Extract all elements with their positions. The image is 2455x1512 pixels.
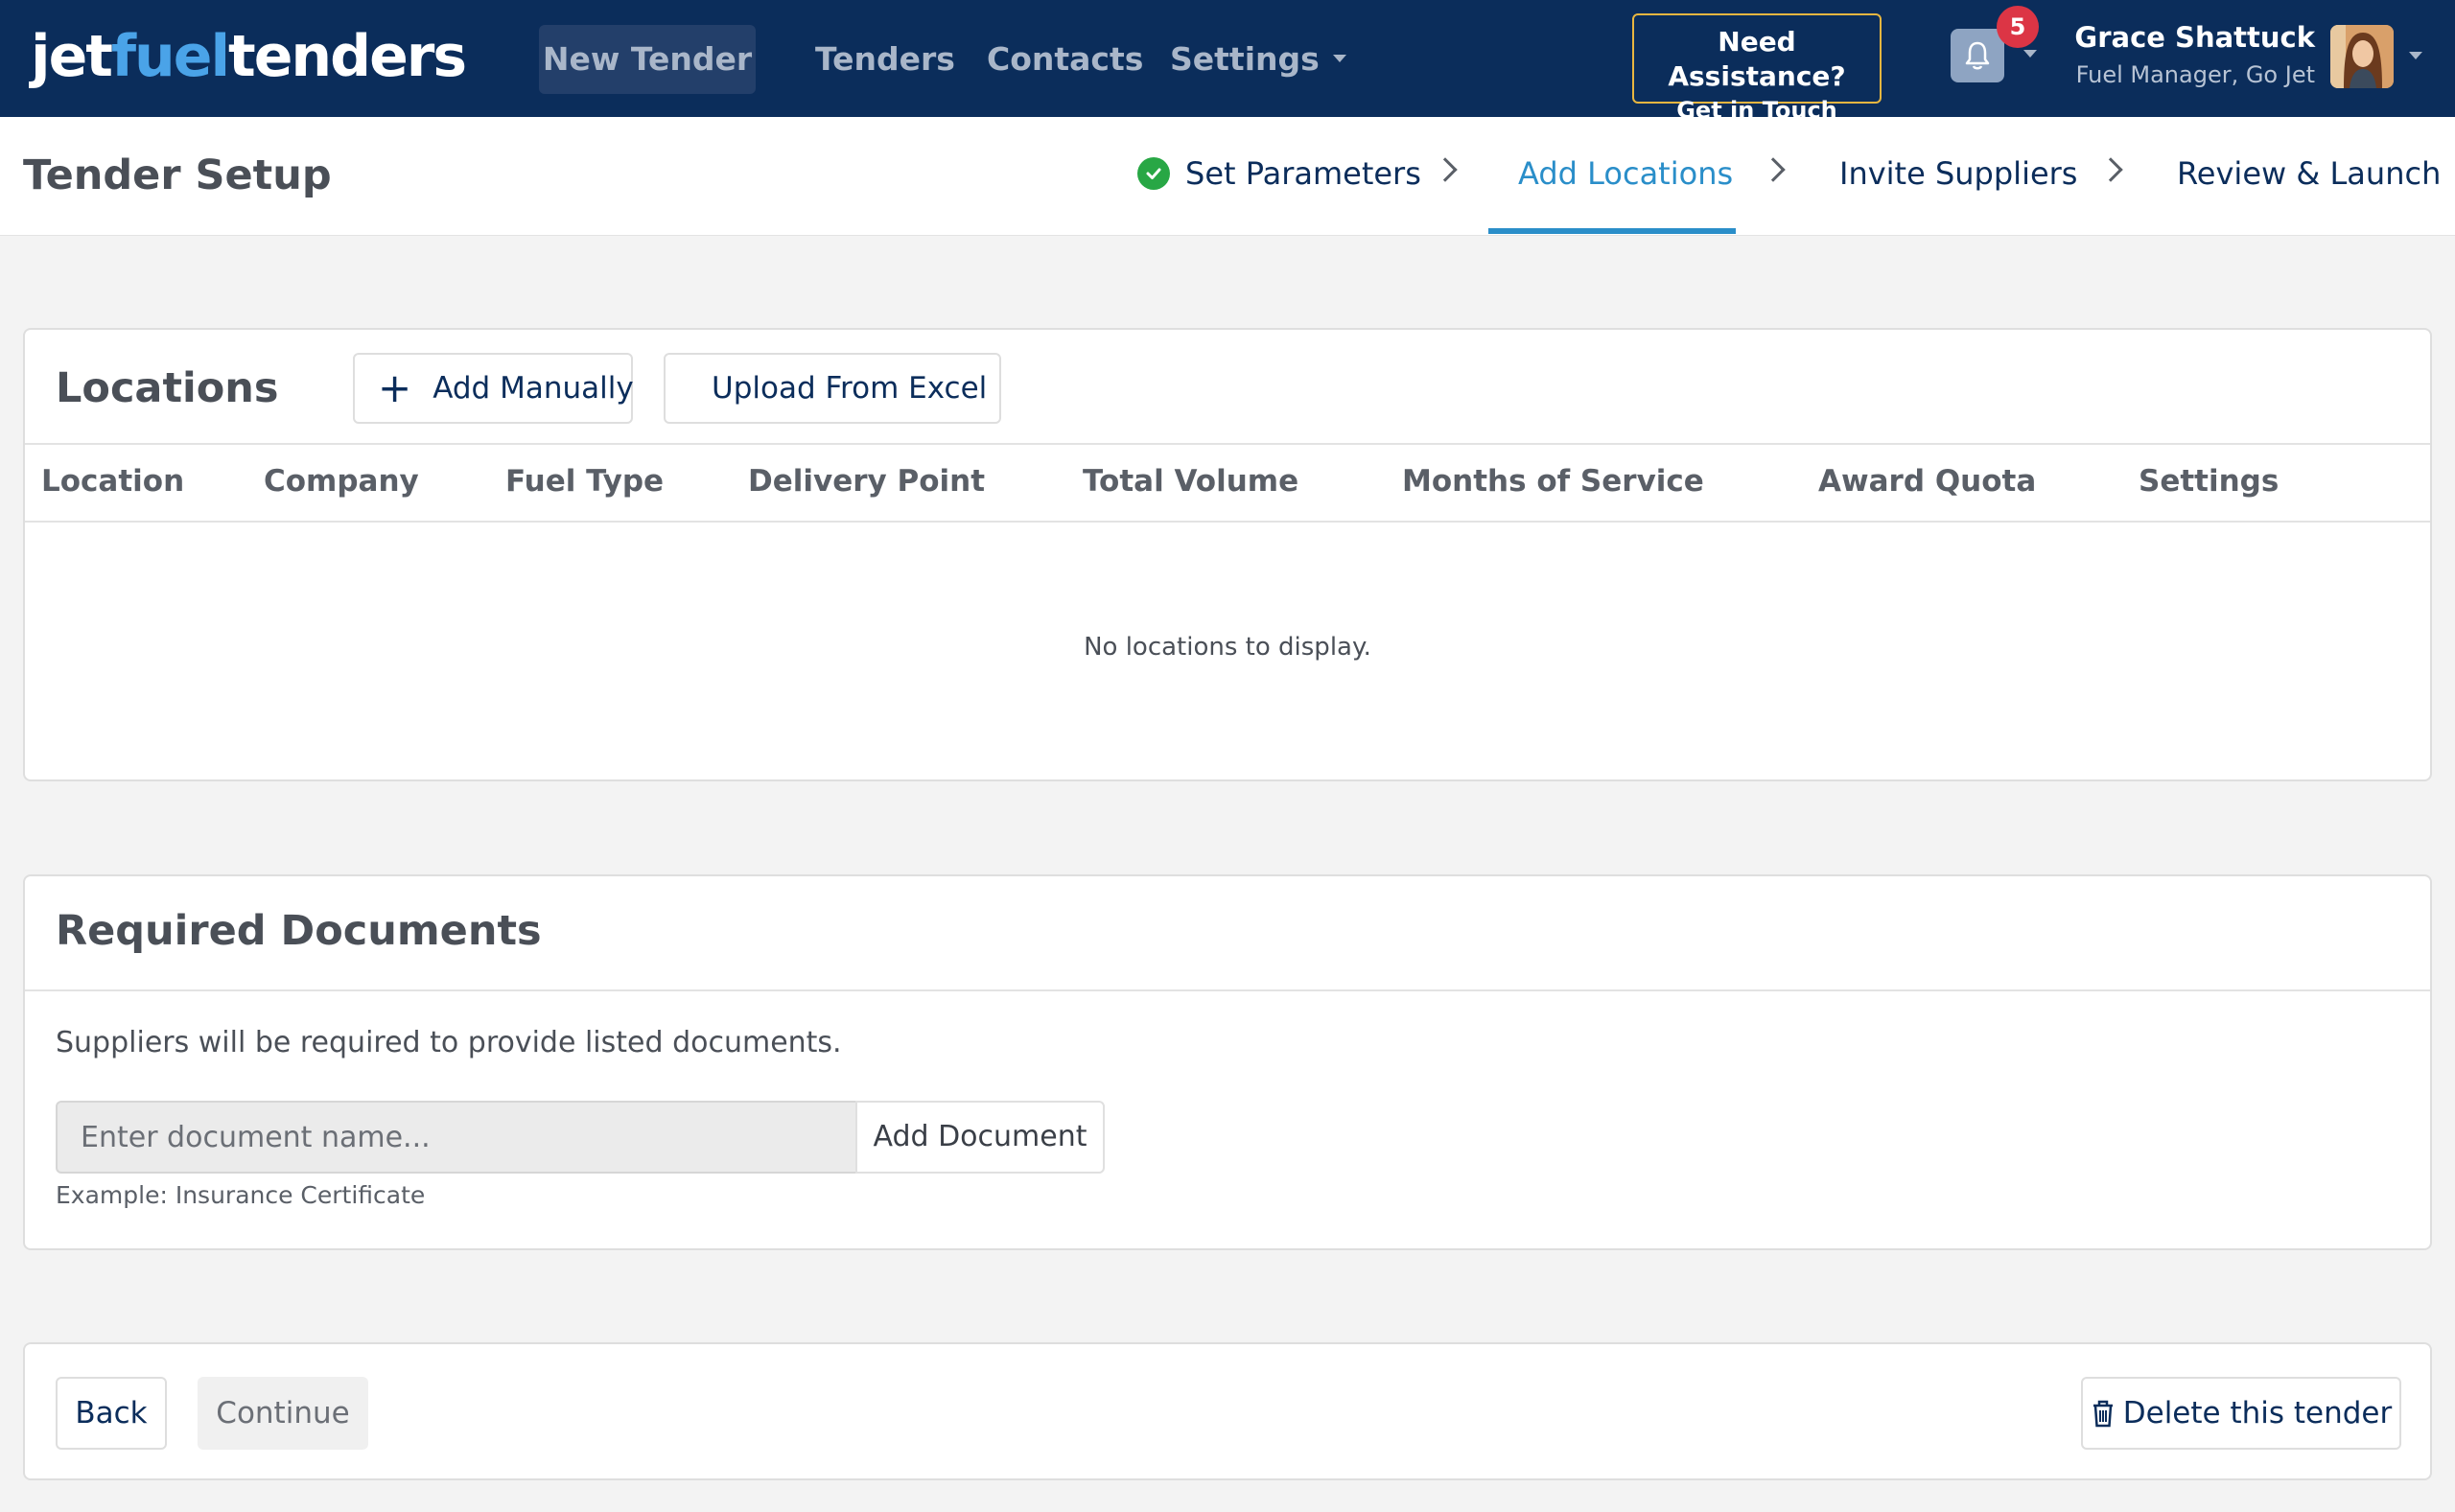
column-header-settings[interactable]: Settings <box>2139 464 2279 499</box>
chevron-right-icon <box>1433 157 1458 182</box>
step-invite-suppliers[interactable]: Invite Suppliers <box>1839 155 2077 192</box>
check-circle-icon <box>1137 157 1170 190</box>
step-review-launch[interactable]: Review & Launch <box>2177 155 2441 192</box>
nav-settings-label: Settings <box>1170 40 1320 78</box>
column-header-location[interactable]: Location <box>41 464 184 499</box>
need-assistance-button[interactable]: Need Assistance? Get in Touch <box>1632 13 1882 124</box>
plus-icon: + <box>378 364 412 411</box>
document-name-input[interactable] <box>56 1101 857 1174</box>
logo-text-fuel: fuel <box>110 23 230 90</box>
chevron-right-icon <box>2098 157 2123 182</box>
column-header-award-quota[interactable]: Award Quota <box>1818 464 2036 499</box>
divider <box>25 521 2430 523</box>
user-name[interactable]: Grace Shattuck <box>2074 21 2315 54</box>
active-step-indicator <box>1488 228 1736 234</box>
upload-from-excel-label: Upload From Excel <box>712 371 988 406</box>
add-manually-label: Add Manually <box>433 371 634 406</box>
avatar[interactable] <box>2330 25 2394 88</box>
column-header-months-of-service[interactable]: Months of Service <box>1402 464 1704 499</box>
column-header-delivery-point[interactable]: Delivery Point <box>748 464 985 499</box>
documents-help-text: Suppliers will be required to provide li… <box>56 1026 842 1059</box>
add-manually-button[interactable]: + Add Manually <box>353 353 634 424</box>
user-role: Fuel Manager, Go Jet <box>2075 61 2315 88</box>
top-navbar: jetfueltenders New Tender Tenders Contac… <box>0 0 2455 124</box>
chevron-down-icon <box>1332 54 1346 62</box>
locations-title: Locations <box>56 364 279 412</box>
user-menu-chevron-down-icon[interactable] <box>2409 52 2422 59</box>
locations-card: Locations + Add Manually Upload From Exc… <box>23 328 2432 781</box>
nav-new-tender[interactable]: New Tender <box>539 25 756 94</box>
required-documents-title: Required Documents <box>56 907 542 955</box>
delete-tender-label: Delete this tender <box>2122 1396 2393 1431</box>
column-header-company[interactable]: Company <box>264 464 419 499</box>
avatar-image <box>2330 25 2394 88</box>
notifications-button[interactable] <box>1951 29 2004 82</box>
add-document-button[interactable]: Add Document <box>855 1101 1105 1174</box>
delete-tender-button[interactable]: Delete this tender <box>2081 1377 2401 1450</box>
empty-table-message: No locations to display. <box>1084 633 1371 662</box>
column-header-total-volume[interactable]: Total Volume <box>1083 464 1298 499</box>
step-add-locations[interactable]: Add Locations <box>1518 155 1733 192</box>
divider <box>25 443 2430 445</box>
bell-icon <box>1965 41 1990 70</box>
nav-tenders[interactable]: Tenders <box>815 25 955 94</box>
nav-settings-dropdown[interactable]: Settings <box>1170 25 1346 94</box>
document-example-hint: Example: Insurance Certificate <box>56 1181 426 1209</box>
tender-setup-header: Tender Setup Set Parameters Add Location… <box>0 117 2455 236</box>
required-documents-card: Required Documents Suppliers will be req… <box>23 874 2432 1250</box>
step-label: Set Parameters <box>1185 155 1421 192</box>
column-header-fuel-type[interactable]: Fuel Type <box>505 464 664 499</box>
back-button[interactable]: Back <box>56 1377 167 1450</box>
nav-contacts[interactable]: Contacts <box>987 25 1143 94</box>
divider <box>25 989 2430 991</box>
chevron-right-icon <box>1761 157 1786 182</box>
notifications-chevron-down-icon[interactable] <box>2023 50 2037 58</box>
logo-text-tenders: tenders <box>228 23 467 90</box>
brand-logo[interactable]: jetfueltenders <box>31 23 467 90</box>
upload-from-excel-button[interactable]: Upload From Excel <box>664 353 1001 424</box>
continue-button[interactable]: Continue <box>198 1377 368 1450</box>
notification-count-badge: 5 <box>1997 6 2039 48</box>
assist-title: Need Assistance? <box>1668 26 1846 92</box>
actions-card: Back Continue Delete this tender <box>23 1342 2432 1480</box>
step-set-parameters[interactable]: Set Parameters <box>1137 155 1421 192</box>
trash-icon <box>2091 1399 2116 1428</box>
page-title: Tender Setup <box>23 151 332 199</box>
logo-text-jet: jet <box>31 23 113 90</box>
